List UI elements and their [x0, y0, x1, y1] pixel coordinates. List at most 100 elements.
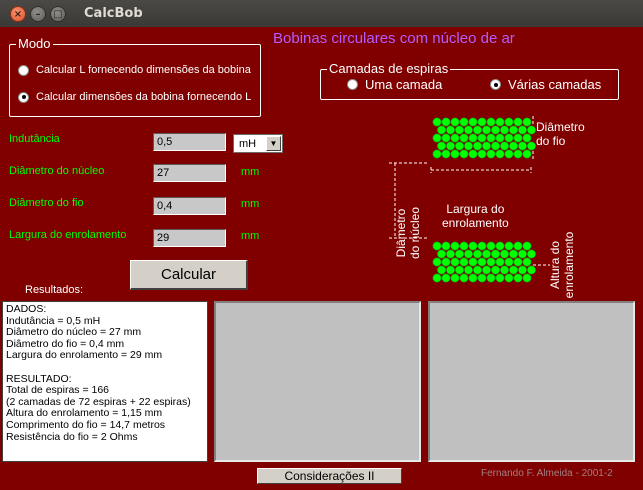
- wire-turn: [495, 149, 505, 159]
- wire-turn: [486, 257, 496, 267]
- results-label: Resultados:: [25, 284, 84, 296]
- wire-turn: [450, 133, 460, 143]
- page-title: Bobinas circulares com núcleo de ar: [273, 30, 515, 47]
- wire-turn: [504, 117, 514, 127]
- wire-turn: [495, 117, 505, 127]
- wire-turn: [513, 241, 523, 251]
- wire-turn: [450, 241, 460, 251]
- wire-turn: [500, 125, 510, 135]
- wire-turn: [468, 241, 478, 251]
- app-body: Bobinas circulares com núcleo de ar Modo…: [0, 27, 643, 490]
- wire-turn: [513, 257, 523, 267]
- layers-option-single[interactable]: Uma camada: [347, 77, 442, 92]
- wire-turn: [441, 241, 451, 251]
- core-diameter-diagram-label: Diâmetro do núcleo: [394, 206, 422, 260]
- wire-turn: [491, 125, 501, 135]
- wire-diameter-input[interactable]: 0,4: [153, 197, 226, 215]
- layers-option-multiple[interactable]: Várias camadas: [490, 77, 601, 92]
- mode-option-calc-l[interactable]: Calcular L fornecendo dimensões da bobin…: [18, 64, 251, 76]
- wire-turn: [459, 273, 469, 283]
- wire-turn: [468, 133, 478, 143]
- mode-group: Modo Calcular L fornecendo dimensões da …: [9, 37, 261, 117]
- wire-turn: [432, 117, 442, 127]
- wire-turn: [518, 265, 528, 275]
- wire-turn: [441, 133, 451, 143]
- mode-option-calc-dimensions[interactable]: Calcular dimensões da bobina fornecendo …: [18, 91, 251, 103]
- radio-button[interactable]: [490, 79, 501, 90]
- wire-turn: [504, 149, 514, 159]
- wire-turn: [504, 257, 514, 267]
- wire-turn: [455, 249, 465, 259]
- radio-label: Várias camadas: [508, 77, 602, 92]
- wire-turn: [436, 141, 446, 151]
- wire-turn: [464, 249, 474, 259]
- minimize-icon[interactable]: –: [30, 6, 46, 22]
- wire-turn: [441, 117, 451, 127]
- wire-turn: [477, 257, 487, 267]
- wire-turn: [477, 273, 487, 283]
- wire-turn: [491, 141, 501, 151]
- winding-height-diagram-label: Altura do enrolamento: [548, 231, 576, 299]
- mode-legend: Modo: [16, 36, 53, 51]
- result-panel-2: [214, 301, 421, 462]
- inductance-input[interactable]: 0,5: [153, 133, 226, 151]
- wire-turn: [482, 141, 492, 151]
- radio-button[interactable]: [18, 64, 29, 76]
- wire-turn: [473, 249, 483, 259]
- wire-turn: [522, 257, 532, 267]
- window-title: CalcBob: [84, 6, 143, 21]
- wire-turn: [459, 241, 469, 251]
- wire-turn: [527, 125, 537, 135]
- wire-turn: [450, 273, 460, 283]
- wire-turn: [450, 149, 460, 159]
- wire-turn: [495, 133, 505, 143]
- wire-turn: [518, 249, 528, 259]
- wire-turn: [504, 273, 514, 283]
- wire-turn: [468, 273, 478, 283]
- wire-turn: [522, 149, 532, 159]
- wire-turn: [477, 117, 487, 127]
- winding-width-input[interactable]: 29: [153, 229, 226, 247]
- wire-turn: [464, 265, 474, 275]
- wire-turn: [436, 249, 446, 259]
- wire-turn: [445, 249, 455, 259]
- calculate-button[interactable]: Calcular: [130, 260, 248, 290]
- winding-width-unit: mm: [241, 230, 260, 242]
- wire-diameter-label: Diâmetro do fio: [9, 197, 84, 209]
- wire-turn: [482, 249, 492, 259]
- maximize-icon[interactable]: □: [50, 6, 66, 22]
- wire-turn: [436, 265, 446, 275]
- radio-label: Uma camada: [365, 77, 443, 92]
- wire-turn: [445, 141, 455, 151]
- wire-turn: [513, 133, 523, 143]
- wire-turn: [522, 133, 532, 143]
- core-diameter-unit: mm: [241, 166, 260, 178]
- close-icon[interactable]: ×: [10, 6, 26, 22]
- wire-turn: [500, 265, 510, 275]
- core-diameter-input[interactable]: 27: [153, 164, 226, 182]
- considerations-button[interactable]: Considerações II: [257, 468, 402, 484]
- radio-label: Calcular dimensões da bobina fornecendo …: [36, 91, 252, 103]
- wire-turn: [468, 117, 478, 127]
- wire-turn: [504, 241, 514, 251]
- title-bar: × – □ CalcBob: [0, 0, 643, 28]
- radio-button[interactable]: [18, 91, 29, 103]
- wire-turn: [495, 273, 505, 283]
- wire-turn: [486, 149, 496, 159]
- wire-diameter-diagram-label: Diâmetro do fio: [536, 120, 585, 148]
- wire-turn: [473, 141, 483, 151]
- chevron-down-icon[interactable]: ▼: [266, 136, 281, 151]
- wire-turn: [477, 149, 487, 159]
- wire-turn: [464, 141, 474, 151]
- wire-turn: [455, 265, 465, 275]
- wire-turn: [495, 241, 505, 251]
- wire-turn: [527, 249, 537, 259]
- results-textbox[interactable]: DADOS: Indutância = 0,5 mH Diâmetro do n…: [2, 301, 208, 462]
- wire-turn: [441, 273, 451, 283]
- wire-turn: [432, 257, 442, 267]
- coil-diagram: Diâmetro do fio Largura do enrolamento D…: [385, 115, 595, 324]
- inductance-unit-select[interactable]: mH ▼: [233, 134, 283, 153]
- wire-turn: [459, 149, 469, 159]
- wire-turn: [518, 141, 528, 151]
- radio-button[interactable]: [347, 79, 358, 90]
